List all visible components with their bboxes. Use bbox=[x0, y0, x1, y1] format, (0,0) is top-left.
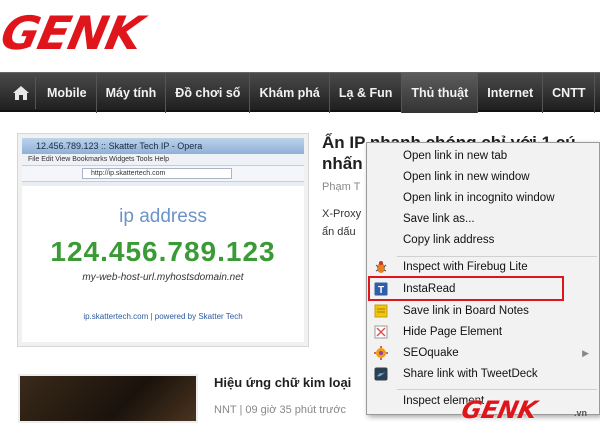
article2-thumbnail[interactable] bbox=[18, 374, 198, 423]
menu-item-save-link-as[interactable]: Save link as... bbox=[367, 209, 599, 230]
article1-meta: Phạm T bbox=[322, 181, 361, 193]
nav-item-thu-thuat[interactable]: Thủ thuật bbox=[402, 73, 479, 113]
main-nav: Mobile Máy tính Đồ chơi số Khám phá Lạ &… bbox=[0, 72, 600, 113]
menu-item-open-new-tab[interactable]: Open link in new tab bbox=[367, 146, 599, 167]
menu-separator bbox=[397, 389, 597, 390]
hide-element-icon bbox=[373, 324, 389, 340]
menu-item-label: SEOquake bbox=[403, 347, 459, 359]
article2-title[interactable]: Hiệu ứng chữ kim loại bbox=[214, 375, 351, 390]
seoquake-icon bbox=[373, 345, 389, 361]
board-notes-icon bbox=[373, 303, 389, 319]
nav-items: Mobile Máy tính Đồ chơi số Khám phá Lạ &… bbox=[38, 73, 596, 113]
menu-item-seoquake[interactable]: SEOquake ▶ bbox=[367, 343, 599, 364]
menu-item-copy-link[interactable]: Copy link address bbox=[367, 230, 599, 251]
thumb-window-title: 12.456.789.123 :: Skatter Tech IP - Oper… bbox=[22, 138, 304, 154]
menu-item-label: Save link as... bbox=[403, 213, 475, 225]
menu-item-label: Save link in Board Notes bbox=[403, 305, 529, 317]
menu-item-label: Copy link address bbox=[403, 234, 495, 246]
menu-item-label: Share link with TweetDeck bbox=[403, 368, 538, 380]
watermark-text: GENK bbox=[459, 396, 540, 423]
ip-host: my-web-host-url.myhostsdomain.net bbox=[82, 272, 244, 283]
menu-item-hide-element[interactable]: Hide Page Element bbox=[367, 322, 599, 343]
submenu-arrow-icon: ▶ bbox=[582, 348, 589, 358]
menu-item-label: Open link in incognito window bbox=[403, 192, 555, 204]
genk-logo[interactable]: GENK bbox=[0, 6, 222, 60]
menu-item-board-notes[interactable]: Save link in Board Notes bbox=[367, 301, 599, 322]
watermark-suffix: .vn bbox=[574, 408, 588, 418]
article1-excerpt: X-Proxy bbox=[322, 208, 362, 220]
menu-item-tweetdeck[interactable]: Share link with TweetDeck bbox=[367, 364, 599, 385]
nav-item-do-choi-so[interactable]: Đồ chơi số bbox=[166, 73, 251, 113]
thumb-address-field: http://ip.skattertech.com bbox=[82, 168, 232, 179]
menu-item-label: Open link in new tab bbox=[403, 150, 508, 162]
home-icon[interactable] bbox=[6, 77, 36, 109]
nav-item-la-fun[interactable]: Lạ & Fun bbox=[330, 73, 403, 113]
nav-item-may-tinh[interactable]: Máy tính bbox=[97, 73, 167, 113]
article1-excerpt-line2: ẩn dấu bbox=[322, 226, 356, 238]
article2-meta: NNT | 09 giờ 35 phút trước bbox=[214, 404, 347, 416]
thumb-page: ip address 124.456.789.123 my-web-host-u… bbox=[22, 186, 304, 342]
logo-text: GENK bbox=[0, 6, 148, 60]
ip-label: ip address bbox=[119, 206, 207, 227]
firebug-icon bbox=[373, 259, 389, 275]
ip-value: 124.456.789.123 bbox=[50, 236, 276, 267]
menu-item-open-new-window[interactable]: Open link in new window bbox=[367, 167, 599, 188]
genk-watermark: GENK .vn bbox=[459, 396, 600, 423]
article1-title-line2[interactable]: nhấn bbox=[322, 154, 363, 174]
nav-item-kham-pha[interactable]: Khám phá bbox=[250, 73, 330, 113]
menu-item-firebug[interactable]: Inspect with Firebug Lite bbox=[367, 257, 599, 278]
nav-item-mobile[interactable]: Mobile bbox=[38, 73, 97, 113]
menu-item-label: Hide Page Element bbox=[403, 326, 503, 338]
article1-thumbnail[interactable]: 12.456.789.123 :: Skatter Tech IP - Oper… bbox=[18, 134, 308, 346]
thumb-address-bar: http://ip.skattertech.com bbox=[22, 166, 304, 182]
menu-item-label: Open link in new window bbox=[403, 171, 530, 183]
nav-item-cntt[interactable]: CNTT bbox=[543, 73, 596, 113]
thumb-window-menu: File Edit View Bookmarks Widgets Tools H… bbox=[22, 154, 304, 166]
nav-item-internet[interactable]: Internet bbox=[478, 73, 544, 113]
ip-powered: ip.skattertech.com | powered by Skatter … bbox=[83, 312, 243, 321]
tweetdeck-icon bbox=[373, 366, 389, 382]
menu-item-label: Inspect with Firebug Lite bbox=[403, 261, 528, 273]
menu-item-open-incognito[interactable]: Open link in incognito window bbox=[367, 188, 599, 209]
instaread-highlight bbox=[368, 276, 564, 301]
